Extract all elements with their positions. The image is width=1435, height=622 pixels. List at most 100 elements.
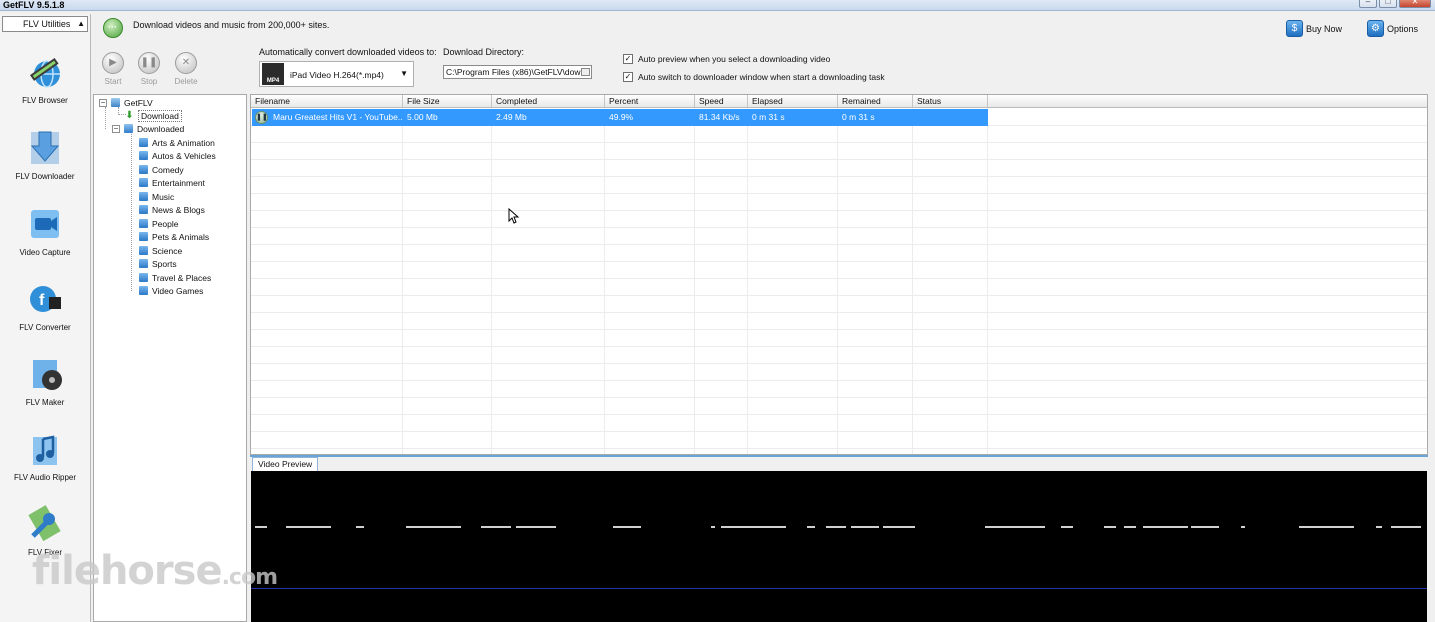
options-button[interactable]: ⚙ Options [1367, 20, 1418, 37]
watermark-tld: .com [221, 565, 278, 590]
tree-category[interactable]: Pets & Animals [139, 230, 209, 243]
category-tree: − GetFLV ⬇ Download − Downloaded Arts & … [93, 94, 247, 622]
maximize-button[interactable]: □ [1379, 0, 1397, 8]
stop-button[interactable]: ❚❚ Stop [136, 52, 162, 86]
tree-item-downloaded[interactable]: − Downloaded [112, 122, 184, 135]
column-header-status[interactable]: Status [913, 95, 988, 108]
converter-icon: f [30, 286, 61, 312]
tree-category[interactable]: Sports [139, 257, 177, 270]
tree-category[interactable]: Arts & Animation [139, 136, 215, 149]
collapse-icon[interactable]: − [99, 98, 107, 107]
tool-flv-browser[interactable]: FLV Browser [2, 52, 88, 106]
table-row[interactable]: ❚❚ Maru Greatest Hits V1 - YouTube... 5.… [252, 109, 988, 126]
tree-category[interactable]: News & Blogs [139, 203, 205, 216]
tool-flv-converter[interactable]: f FLV Converter [2, 279, 88, 333]
download-directory-value: C:\Program Files (x86)\GetFLV\down [446, 67, 586, 77]
folder-icon [124, 124, 133, 133]
category-icon [139, 165, 148, 174]
auto-preview-option[interactable]: ✓ Auto preview when you select a downloa… [623, 54, 830, 64]
tool-label: FLV Converter [19, 323, 71, 332]
auto-preview-label: Auto preview when you select a downloadi… [638, 54, 831, 64]
tree-category[interactable]: People [139, 217, 178, 230]
cell-speed: 81.34 Kb/s [699, 112, 740, 122]
cart-icon: $ [1286, 20, 1303, 37]
browse-folder-button[interactable] [581, 68, 590, 76]
chat-bubble-icon [103, 18, 123, 38]
download-directory-field[interactable]: C:\Program Files (x86)\GetFLV\down [443, 65, 592, 79]
tool-video-capture[interactable]: Video Capture [2, 204, 88, 258]
download-icon: ⬇ [125, 110, 134, 121]
chevron-up-icon: ▲ [77, 19, 85, 28]
column-header-speed[interactable]: Speed [695, 95, 748, 108]
tree-category[interactable]: Video Games [139, 284, 203, 297]
category-icon [139, 205, 148, 214]
pause-icon: ❚❚ [138, 52, 160, 74]
column-header-percent[interactable]: Percent [605, 95, 695, 108]
gear-icon: ⚙ [1367, 20, 1384, 37]
delete-label: Delete [174, 77, 198, 86]
tree-item-download[interactable]: ⬇ Download [125, 109, 182, 122]
buy-now-button[interactable]: $ Buy Now [1286, 20, 1342, 37]
column-header-remained[interactable]: Remained [838, 95, 913, 108]
delete-button[interactable]: ✕ Delete [173, 52, 199, 86]
tree-category[interactable]: Autos & Vehicles [139, 149, 216, 162]
tree-category[interactable]: Entertainment [139, 176, 205, 189]
category-icon [139, 286, 148, 295]
mouse-pointer-icon [508, 208, 520, 224]
auto-switch-checkbox[interactable]: ✓ [623, 72, 633, 82]
globe-film-icon [29, 57, 60, 88]
pause-icon[interactable]: ❚❚ [255, 111, 268, 124]
tree-root[interactable]: − GetFLV [99, 96, 153, 109]
cell-remained: 0 m 31 s [842, 112, 875, 122]
auto-preview-checkbox[interactable]: ✓ [623, 54, 633, 64]
download-directory-label: Download Directory: [443, 47, 525, 57]
category-icon [139, 151, 148, 160]
tool-flv-audio-ripper[interactable]: FLV Audio Ripper [2, 429, 88, 483]
tool-label: FLV Audio Ripper [13, 473, 77, 482]
category-icon [139, 219, 148, 228]
column-header-elapsed[interactable]: Elapsed [748, 95, 838, 108]
close-button[interactable]: ✕ [1399, 0, 1431, 8]
tab-video-preview[interactable]: Video Preview [252, 457, 319, 471]
options-label: Options [1387, 23, 1419, 34]
tool-label: Video Capture [19, 248, 71, 257]
minimize-button[interactable]: – [1359, 0, 1377, 8]
buy-now-label: Buy Now [1306, 23, 1343, 34]
toolbar: Download videos and music from 200,000+ … [92, 12, 1435, 94]
download-list: Filename File Size Completed Percent Spe… [250, 94, 1428, 455]
camera-icon [31, 210, 59, 238]
tree-category[interactable]: Science [139, 244, 182, 257]
tool-flv-downloader[interactable]: FLV Downloader [2, 128, 88, 182]
tool-flv-maker[interactable]: FLV Maker [2, 354, 88, 408]
tree-category[interactable]: Music [139, 190, 174, 203]
tool-label: FLV Maker [25, 398, 65, 407]
tree-category[interactable]: Comedy [139, 163, 184, 176]
auto-switch-option[interactable]: ✓ Auto switch to downloader window when … [623, 72, 885, 82]
column-header-filename[interactable]: Filename [251, 95, 403, 108]
list-header: Filename File Size Completed Percent Spe… [251, 95, 1427, 108]
column-header-completed[interactable]: Completed [492, 95, 605, 108]
app-icon [111, 98, 120, 107]
column-header-file-size[interactable]: File Size [403, 95, 492, 108]
watermark-brand: filehorse [32, 548, 223, 594]
video-preview-panel: Video Preview [250, 455, 1428, 622]
svg-text:f: f [39, 292, 45, 309]
utilities-selector[interactable]: FLV Utilities ▲ [2, 16, 88, 32]
collapse-icon[interactable]: − [112, 124, 120, 133]
tree-category-label: Video Games [152, 285, 204, 296]
category-icon [139, 246, 148, 255]
utilities-sidebar: FLV Utilities ▲ FLV Browser FLV Download… [0, 14, 91, 622]
download-arrow-icon [30, 131, 60, 164]
tree-category-label: Science [152, 245, 183, 256]
wrench-icon [28, 505, 61, 542]
chevron-down-icon: ▼ [400, 69, 408, 78]
category-icon [139, 178, 148, 187]
start-label: Start [104, 77, 122, 86]
play-icon: ▶ [102, 52, 124, 74]
tree-category[interactable]: Travel & Places [139, 271, 211, 284]
convert-format-select[interactable]: MP4 iPad Video H.264(*.mp4) ▼ [259, 61, 414, 87]
convert-format-value: iPad Video H.264(*.mp4) [290, 70, 384, 80]
start-button[interactable]: ▶ Start [100, 52, 126, 86]
tree-category-label: Comedy [152, 164, 184, 175]
utilities-selector-value: FLV Utilities [23, 19, 71, 29]
